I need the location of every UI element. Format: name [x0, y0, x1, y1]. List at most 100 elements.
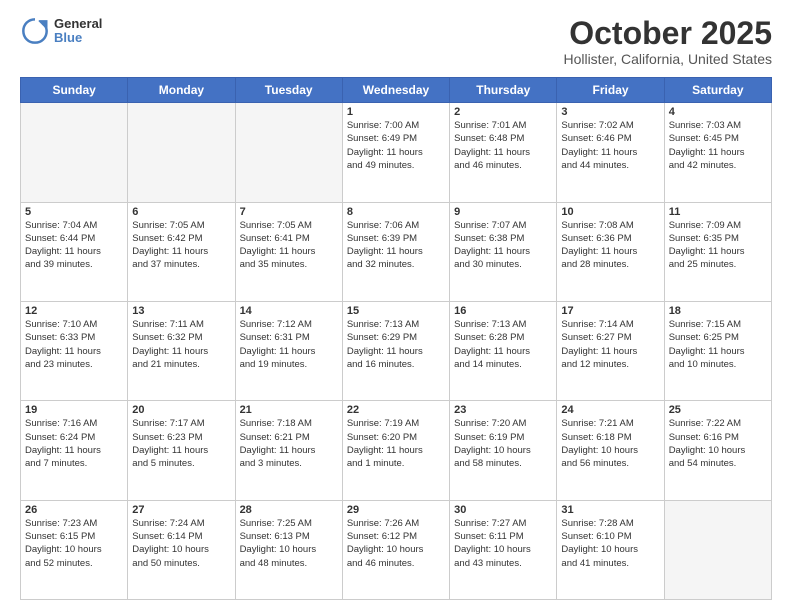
day-info: Sunrise: 7:03 AM Sunset: 6:45 PM Dayligh…: [669, 119, 767, 172]
day-number: 8: [347, 206, 445, 218]
day-number: 24: [561, 404, 659, 416]
day-number: 10: [561, 206, 659, 218]
calendar-cell: 6Sunrise: 7:05 AM Sunset: 6:42 PM Daylig…: [128, 202, 235, 301]
calendar-cell: 17Sunrise: 7:14 AM Sunset: 6:27 PM Dayli…: [557, 301, 664, 400]
day-header-tuesday: Tuesday: [235, 78, 342, 103]
day-number: 13: [132, 305, 230, 317]
day-number: 23: [454, 404, 552, 416]
day-info: Sunrise: 7:18 AM Sunset: 6:21 PM Dayligh…: [240, 417, 338, 470]
day-info: Sunrise: 7:07 AM Sunset: 6:38 PM Dayligh…: [454, 219, 552, 272]
calendar-week-row: 12Sunrise: 7:10 AM Sunset: 6:33 PM Dayli…: [21, 301, 772, 400]
day-info: Sunrise: 7:23 AM Sunset: 6:15 PM Dayligh…: [25, 517, 123, 570]
day-number: 14: [240, 305, 338, 317]
calendar-cell: 4Sunrise: 7:03 AM Sunset: 6:45 PM Daylig…: [664, 103, 771, 202]
calendar-cell: 19Sunrise: 7:16 AM Sunset: 6:24 PM Dayli…: [21, 401, 128, 500]
day-info: Sunrise: 7:06 AM Sunset: 6:39 PM Dayligh…: [347, 219, 445, 272]
logo: General Blue: [20, 16, 102, 46]
calendar-cell: 13Sunrise: 7:11 AM Sunset: 6:32 PM Dayli…: [128, 301, 235, 400]
day-info: Sunrise: 7:09 AM Sunset: 6:35 PM Dayligh…: [669, 219, 767, 272]
calendar-cell: 30Sunrise: 7:27 AM Sunset: 6:11 PM Dayli…: [450, 500, 557, 599]
calendar-cell: 10Sunrise: 7:08 AM Sunset: 6:36 PM Dayli…: [557, 202, 664, 301]
calendar-cell: [235, 103, 342, 202]
calendar-cell: 22Sunrise: 7:19 AM Sunset: 6:20 PM Dayli…: [342, 401, 449, 500]
calendar-cell: 1Sunrise: 7:00 AM Sunset: 6:49 PM Daylig…: [342, 103, 449, 202]
calendar-cell: 3Sunrise: 7:02 AM Sunset: 6:46 PM Daylig…: [557, 103, 664, 202]
day-number: 4: [669, 106, 767, 118]
day-number: 27: [132, 504, 230, 516]
day-info: Sunrise: 7:20 AM Sunset: 6:19 PM Dayligh…: [454, 417, 552, 470]
day-info: Sunrise: 7:19 AM Sunset: 6:20 PM Dayligh…: [347, 417, 445, 470]
calendar-cell: 28Sunrise: 7:25 AM Sunset: 6:13 PM Dayli…: [235, 500, 342, 599]
calendar-cell: 20Sunrise: 7:17 AM Sunset: 6:23 PM Dayli…: [128, 401, 235, 500]
day-number: 30: [454, 504, 552, 516]
day-info: Sunrise: 7:27 AM Sunset: 6:11 PM Dayligh…: [454, 517, 552, 570]
calendar-week-row: 1Sunrise: 7:00 AM Sunset: 6:49 PM Daylig…: [21, 103, 772, 202]
day-header-monday: Monday: [128, 78, 235, 103]
calendar-header-row: SundayMondayTuesdayWednesdayThursdayFrid…: [21, 78, 772, 103]
day-number: 25: [669, 404, 767, 416]
day-header-wednesday: Wednesday: [342, 78, 449, 103]
day-number: 29: [347, 504, 445, 516]
day-info: Sunrise: 7:13 AM Sunset: 6:28 PM Dayligh…: [454, 318, 552, 371]
calendar-cell: 2Sunrise: 7:01 AM Sunset: 6:48 PM Daylig…: [450, 103, 557, 202]
calendar-cell: [664, 500, 771, 599]
calendar-cell: 5Sunrise: 7:04 AM Sunset: 6:44 PM Daylig…: [21, 202, 128, 301]
day-number: 9: [454, 206, 552, 218]
day-number: 28: [240, 504, 338, 516]
day-info: Sunrise: 7:26 AM Sunset: 6:12 PM Dayligh…: [347, 517, 445, 570]
logo-text: General Blue: [54, 17, 102, 46]
calendar-cell: 11Sunrise: 7:09 AM Sunset: 6:35 PM Dayli…: [664, 202, 771, 301]
calendar-cell: 29Sunrise: 7:26 AM Sunset: 6:12 PM Dayli…: [342, 500, 449, 599]
day-number: 17: [561, 305, 659, 317]
day-info: Sunrise: 7:12 AM Sunset: 6:31 PM Dayligh…: [240, 318, 338, 371]
day-number: 18: [669, 305, 767, 317]
calendar-week-row: 26Sunrise: 7:23 AM Sunset: 6:15 PM Dayli…: [21, 500, 772, 599]
calendar-cell: 12Sunrise: 7:10 AM Sunset: 6:33 PM Dayli…: [21, 301, 128, 400]
day-info: Sunrise: 7:17 AM Sunset: 6:23 PM Dayligh…: [132, 417, 230, 470]
day-info: Sunrise: 7:15 AM Sunset: 6:25 PM Dayligh…: [669, 318, 767, 371]
day-header-friday: Friday: [557, 78, 664, 103]
calendar-cell: 16Sunrise: 7:13 AM Sunset: 6:28 PM Dayli…: [450, 301, 557, 400]
calendar-cell: 15Sunrise: 7:13 AM Sunset: 6:29 PM Dayli…: [342, 301, 449, 400]
calendar-table: SundayMondayTuesdayWednesdayThursdayFrid…: [20, 77, 772, 600]
day-number: 12: [25, 305, 123, 317]
calendar-cell: 21Sunrise: 7:18 AM Sunset: 6:21 PM Dayli…: [235, 401, 342, 500]
day-info: Sunrise: 7:13 AM Sunset: 6:29 PM Dayligh…: [347, 318, 445, 371]
day-number: 6: [132, 206, 230, 218]
calendar-cell: 8Sunrise: 7:06 AM Sunset: 6:39 PM Daylig…: [342, 202, 449, 301]
day-info: Sunrise: 7:05 AM Sunset: 6:42 PM Dayligh…: [132, 219, 230, 272]
day-number: 3: [561, 106, 659, 118]
day-info: Sunrise: 7:28 AM Sunset: 6:10 PM Dayligh…: [561, 517, 659, 570]
calendar-cell: 25Sunrise: 7:22 AM Sunset: 6:16 PM Dayli…: [664, 401, 771, 500]
calendar-cell: [21, 103, 128, 202]
day-info: Sunrise: 7:10 AM Sunset: 6:33 PM Dayligh…: [25, 318, 123, 371]
day-info: Sunrise: 7:16 AM Sunset: 6:24 PM Dayligh…: [25, 417, 123, 470]
day-number: 16: [454, 305, 552, 317]
calendar-cell: 18Sunrise: 7:15 AM Sunset: 6:25 PM Dayli…: [664, 301, 771, 400]
day-info: Sunrise: 7:25 AM Sunset: 6:13 PM Dayligh…: [240, 517, 338, 570]
day-header-saturday: Saturday: [664, 78, 771, 103]
calendar-cell: 14Sunrise: 7:12 AM Sunset: 6:31 PM Dayli…: [235, 301, 342, 400]
day-info: Sunrise: 7:22 AM Sunset: 6:16 PM Dayligh…: [669, 417, 767, 470]
day-number: 1: [347, 106, 445, 118]
day-info: Sunrise: 7:21 AM Sunset: 6:18 PM Dayligh…: [561, 417, 659, 470]
header: General Blue October 2025 Hollister, Cal…: [20, 16, 772, 67]
calendar-cell: 7Sunrise: 7:05 AM Sunset: 6:41 PM Daylig…: [235, 202, 342, 301]
day-number: 19: [25, 404, 123, 416]
day-number: 7: [240, 206, 338, 218]
page: General Blue October 2025 Hollister, Cal…: [0, 0, 792, 612]
day-info: Sunrise: 7:04 AM Sunset: 6:44 PM Dayligh…: [25, 219, 123, 272]
calendar-location: Hollister, California, United States: [563, 51, 772, 67]
calendar-cell: [128, 103, 235, 202]
logo-blue-text: Blue: [54, 31, 102, 45]
day-number: 2: [454, 106, 552, 118]
day-number: 21: [240, 404, 338, 416]
day-number: 15: [347, 305, 445, 317]
day-info: Sunrise: 7:24 AM Sunset: 6:14 PM Dayligh…: [132, 517, 230, 570]
day-number: 5: [25, 206, 123, 218]
calendar-title: October 2025: [563, 16, 772, 51]
calendar-week-row: 19Sunrise: 7:16 AM Sunset: 6:24 PM Dayli…: [21, 401, 772, 500]
day-info: Sunrise: 7:01 AM Sunset: 6:48 PM Dayligh…: [454, 119, 552, 172]
day-info: Sunrise: 7:08 AM Sunset: 6:36 PM Dayligh…: [561, 219, 659, 272]
day-info: Sunrise: 7:05 AM Sunset: 6:41 PM Dayligh…: [240, 219, 338, 272]
